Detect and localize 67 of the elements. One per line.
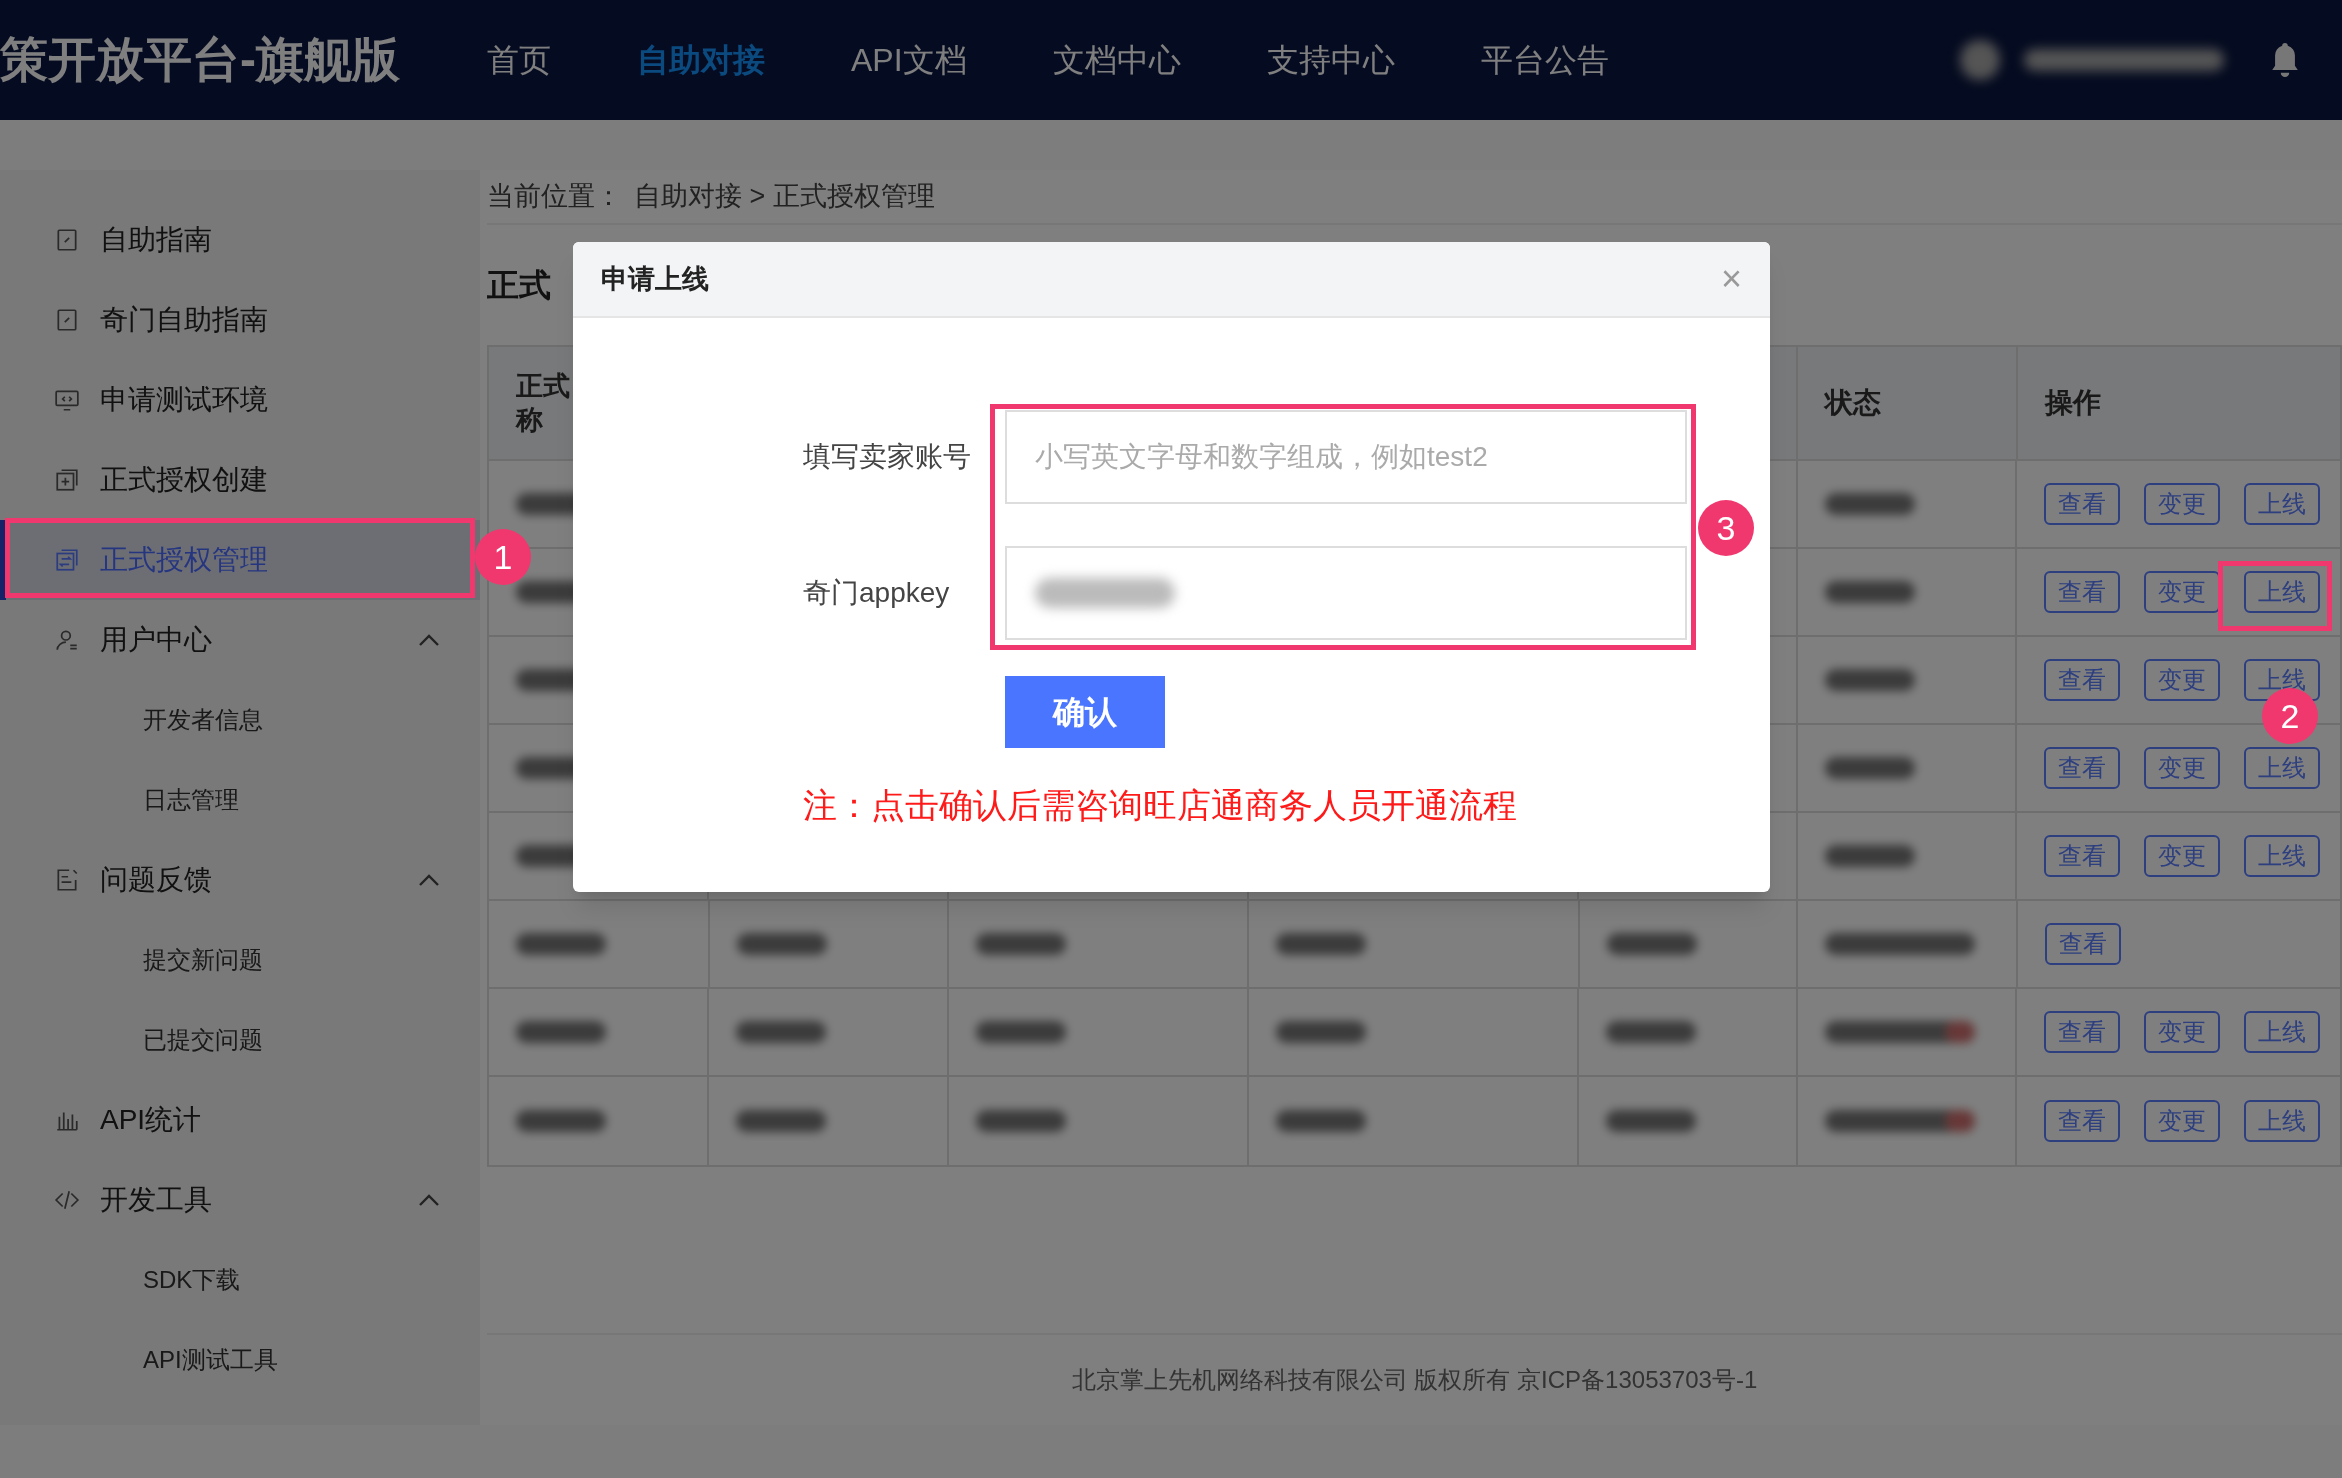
breadcrumb-label: 当前位置： <box>487 180 622 214</box>
nav-link[interactable]: 自助对接 <box>637 36 765 84</box>
sidebar-item[interactable]: 申请测试环境 <box>0 360 480 440</box>
sidebar-subitem[interactable]: 开发者信息 <box>143 702 263 738</box>
action-button[interactable]: 查看 <box>2044 571 2120 613</box>
action-button[interactable]: 上线 <box>2244 747 2320 789</box>
note-text: 注：点击确认后需咨询旺店通商务人员开通流程 <box>803 785 1518 826</box>
action-button[interactable]: 变更 <box>2144 571 2220 613</box>
action-button[interactable]: 上线 <box>2244 1100 2320 1142</box>
monitor-icon <box>54 387 80 413</box>
action-button[interactable]: 查看 <box>2044 1100 2120 1142</box>
column-header: 正式 称 <box>516 370 570 437</box>
action-button[interactable]: 变更 <box>2144 1011 2220 1053</box>
dialog-title: 申请上线 <box>601 262 709 296</box>
action-button[interactable]: 上线 <box>2244 1011 2320 1053</box>
sidebar-item[interactable]: 奇门自助指南 <box>0 280 480 360</box>
confirm-button[interactable]: 确认 <box>1005 676 1165 748</box>
nav-link[interactable]: 首页 <box>487 36 551 84</box>
field-label: 填写卖家账号 <box>803 440 972 474</box>
field-label: 奇门appkey <box>803 576 951 610</box>
action-button[interactable]: 上线 <box>2244 571 2320 613</box>
action-button[interactable]: 变更 <box>2144 835 2220 877</box>
action-button[interactable]: 查看 <box>2044 835 2120 877</box>
chevron-icon <box>418 633 440 647</box>
user-avatar[interactable] <box>1960 40 2000 80</box>
copyright-text: 北京掌上先机网络科技有限公司 版权所有 京ICP备13053703号-1 <box>1071 1365 1758 1395</box>
input-field[interactable]: 小写英文字母和数字组成，例如test2 <box>1005 410 1687 504</box>
action-button[interactable]: 上线 <box>2244 483 2320 525</box>
switch-icon <box>54 547 80 573</box>
input-field[interactable] <box>1005 546 1687 640</box>
add-document-icon <box>54 467 80 493</box>
sidebar-item[interactable]: API统计 <box>0 1080 480 1160</box>
chevron-icon <box>418 873 440 887</box>
action-button[interactable]: 查看 <box>2044 747 2120 789</box>
document-icon <box>54 227 80 253</box>
nav-link[interactable]: 文档中心 <box>1052 36 1181 84</box>
page-title: 正式 <box>487 266 551 305</box>
nav-link[interactable]: 支持中心 <box>1266 36 1395 84</box>
action-button[interactable]: 变更 <box>2144 1100 2220 1142</box>
site-logo: 策开放平台-旗舰版 <box>0 32 401 88</box>
close-button[interactable]: × <box>1720 252 1742 306</box>
sidebar-item[interactable]: 自助指南 <box>0 200 480 280</box>
sidebar-item[interactable]: 开发工具 <box>0 1160 480 1240</box>
nav-link[interactable]: 平台公告 <box>1480 36 1609 84</box>
sidebar-subitem[interactable]: API测试工具 <box>143 1342 278 1378</box>
sidebar-subitem[interactable]: 已提交问题 <box>143 1022 263 1058</box>
action-button[interactable]: 变更 <box>2144 747 2220 789</box>
sidebar-subitem[interactable]: 提交新问题 <box>143 942 263 978</box>
action-button[interactable]: 查看 <box>2044 483 2120 525</box>
breadcrumb-path: 自助对接 > 正式授权管理 <box>634 180 935 214</box>
action-button[interactable]: 查看 <box>2044 923 2121 965</box>
action-button[interactable]: 变更 <box>2144 659 2220 701</box>
action-button[interactable]: 上线 <box>2244 835 2320 877</box>
edit-icon <box>54 867 80 893</box>
sidebar-item[interactable]: 正式授权创建 <box>0 440 480 520</box>
column-header: 状态 <box>1825 386 1882 420</box>
sidebar-item[interactable]: 用户中心 <box>0 600 480 680</box>
sidebar-subitem[interactable]: SDK下载 <box>143 1262 241 1298</box>
action-button[interactable]: 查看 <box>2044 1011 2120 1053</box>
sidebar-subitem[interactable]: 日志管理 <box>143 782 239 818</box>
action-button[interactable]: 变更 <box>2144 483 2220 525</box>
chevron-icon <box>418 1193 440 1207</box>
nav-link[interactable]: API文档 <box>851 36 967 84</box>
document-icon <box>54 307 80 333</box>
action-button[interactable]: 查看 <box>2044 659 2120 701</box>
column-header: 操作 <box>2044 386 2101 420</box>
sidebar-item[interactable]: 问题反馈 <box>0 840 480 920</box>
